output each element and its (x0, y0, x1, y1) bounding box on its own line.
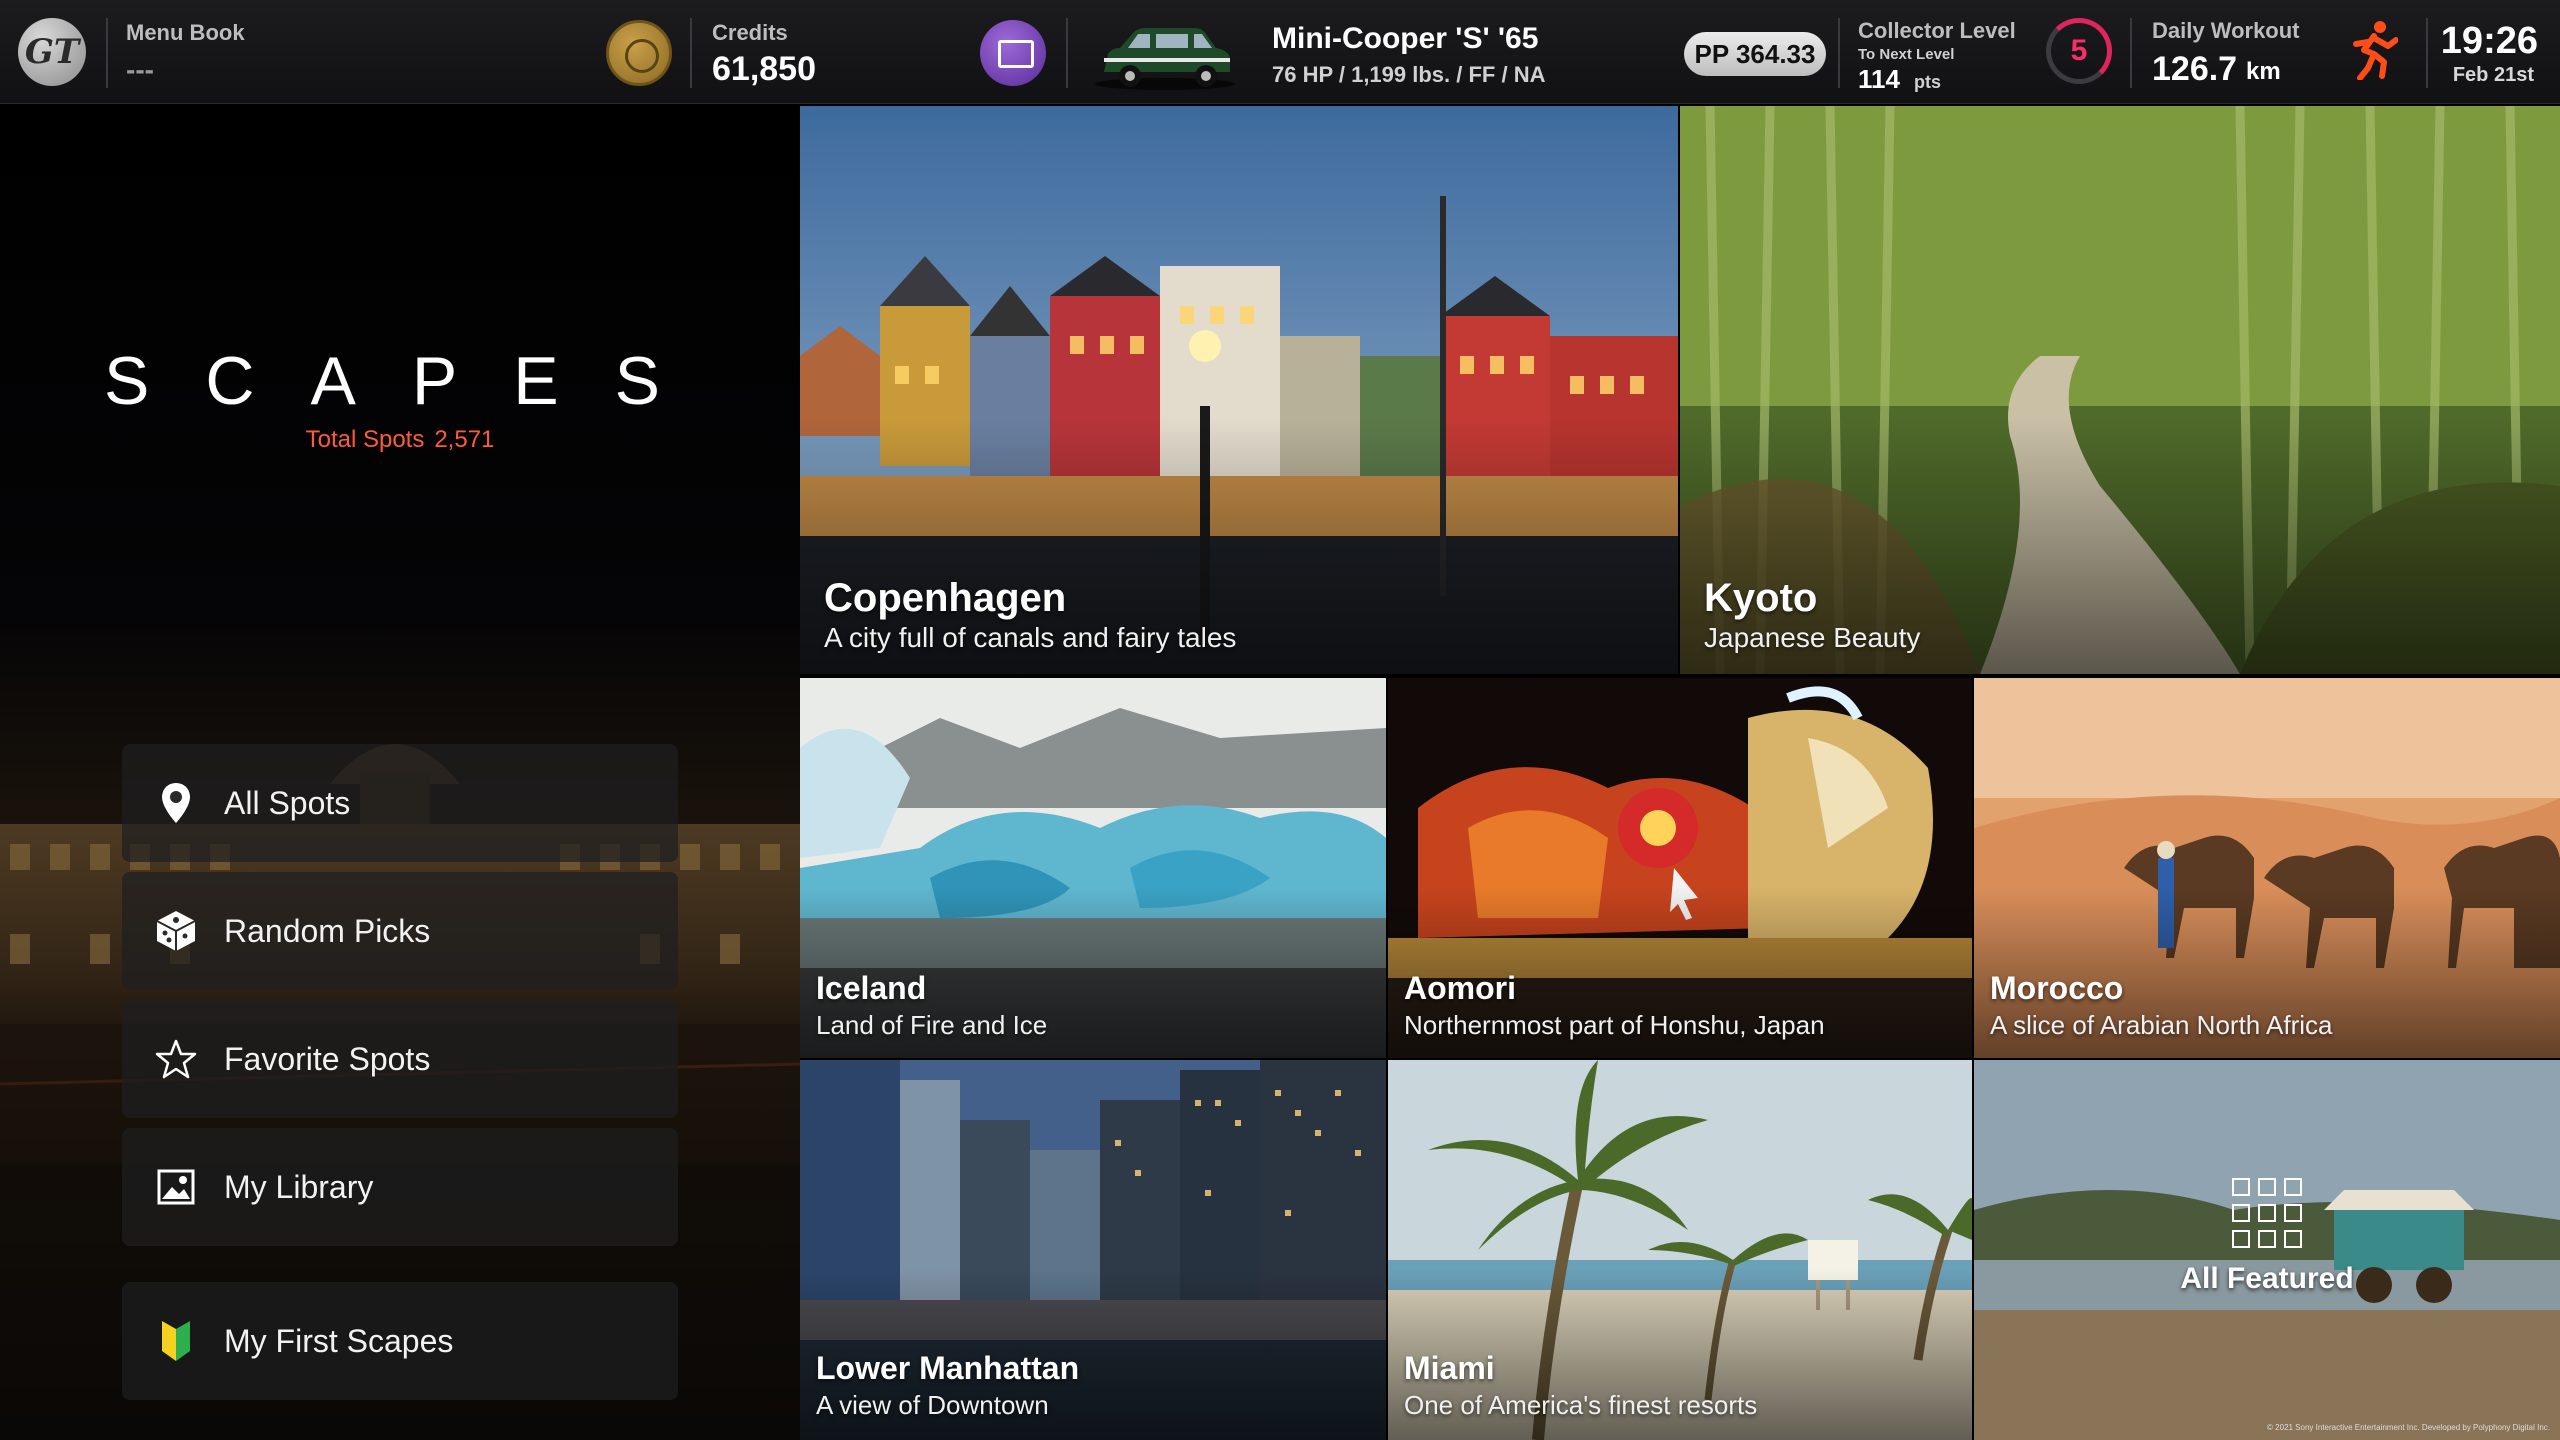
total-spots-value: 2,571 (434, 426, 495, 453)
tile-title: Aomori (1404, 970, 1516, 1006)
car-thumbnail-icon[interactable] (1090, 18, 1240, 94)
daily-workout-value: 126.7 (2152, 50, 2238, 88)
scape-tile-morocco[interactable]: Morocco A slice of Arabian North Africa (1974, 678, 2560, 1058)
tile-title: Copenhagen (824, 576, 1067, 620)
tile-subtitle: Northernmost part of Honshu, Japan (1404, 1010, 1825, 1040)
clock: 19:26 (2440, 20, 2538, 62)
runner-icon (2353, 21, 2398, 80)
tile-title: Miami (1404, 1350, 1495, 1386)
tile-subtitle: Land of Fire and Ice (816, 1010, 1048, 1040)
collector-points-unit: pts (1914, 72, 1941, 92)
total-spots-label: Total Spots (305, 426, 425, 453)
scapes-title: SCAPES (104, 343, 716, 419)
tile-title: Kyoto (1704, 576, 1818, 620)
scape-tile-aomori[interactable]: Aomori Northernmost part of Honshu, Japa… (1388, 678, 1972, 1058)
scape-tile-iceland[interactable]: Iceland Land of Fire and Ice (800, 678, 1386, 1058)
collector-level-ring: 5 (2046, 18, 2112, 84)
car-specs: 76 HP / 1,199 lbs. / FF / NA (1272, 62, 1546, 87)
all-featured-label: All Featured (2180, 1262, 2354, 1295)
grid-icon (2232, 1178, 2302, 1248)
collector-next-label: To Next Level (1858, 46, 1955, 63)
collector-level-label: Collector Level (1858, 18, 2016, 43)
map-pin-icon (154, 781, 198, 825)
tile-title: Morocco (1990, 970, 2124, 1006)
menu-label: My First Scapes (224, 1322, 454, 1359)
collector-points: 114 (1858, 64, 1900, 94)
tile-subtitle: A view of Downtown (816, 1390, 1049, 1420)
divider (2130, 18, 2132, 88)
menu-my-library-button[interactable]: My Library (122, 1128, 678, 1246)
top-status-bar: GT Menu Book --- Credits 61,850 Mini-Coo… (0, 0, 2560, 104)
menu-favorite-spots-button[interactable]: Favorite Spots (122, 1000, 678, 1118)
scape-tile-miami[interactable]: Miami One of America's finest resorts (1388, 1060, 1972, 1440)
performance-points-badge: PP 364.33 (1684, 32, 1826, 76)
tile-subtitle: One of America's finest resorts (1404, 1390, 1758, 1420)
menu-label: All Spots (224, 784, 351, 821)
scape-tile-all-featured[interactable]: All Featured © 2021 Sony Interactive Ent… (1974, 1060, 2560, 1440)
tile-title: Lower Manhattan (816, 1350, 1080, 1386)
scape-tile-copenhagen[interactable]: Copenhagen A city full of canals and fai… (800, 106, 1678, 674)
daily-workout-unit: km (2246, 58, 2281, 85)
date: Feb 21st (2452, 64, 2534, 86)
menu-label: My Library (224, 1168, 374, 1205)
menu-label: Favorite Spots (224, 1040, 431, 1077)
menu-my-first-scapes-button[interactable]: My First Scapes (122, 1282, 678, 1400)
menu-book-coin-icon (606, 20, 672, 86)
menu-label: Random Picks (224, 912, 431, 949)
total-spots: Total Spots 2,571 (0, 426, 790, 454)
tile-subtitle: Japanese Beauty (1704, 622, 1921, 653)
menu-all-spots-button[interactable]: All Spots (122, 744, 678, 862)
menu-book-label: Menu Book (126, 20, 245, 45)
scape-tile-kyoto[interactable]: Kyoto Japanese Beauty (1680, 106, 2560, 674)
tile-subtitle: A city full of canals and fairy tales (824, 622, 1237, 653)
credits-label: Credits (712, 20, 788, 45)
car-name: Mini-Cooper 'S' '65 (1272, 22, 1539, 55)
divider (106, 18, 108, 88)
cafe-icon[interactable] (980, 20, 1046, 86)
copyright-text: © 2021 Sony Interactive Entertainment In… (2267, 1423, 2550, 1432)
tile-subtitle: A slice of Arabian North Africa (1990, 1010, 2333, 1040)
menu-random-picks-button[interactable]: Random Picks (122, 872, 678, 990)
credits-value: 61,850 (712, 50, 816, 88)
divider (1066, 18, 1068, 88)
image-icon (154, 1165, 198, 1209)
beginner-leaf-icon (154, 1319, 198, 1363)
menu-book-value: --- (126, 54, 154, 85)
tile-title: Iceland (816, 970, 927, 1006)
star-icon (154, 1037, 198, 1081)
divider (690, 18, 692, 88)
gt-logo-icon[interactable]: GT (18, 18, 86, 86)
divider (2426, 18, 2428, 88)
scape-tile-lower-manhattan[interactable]: Lower Manhattan A view of Downtown (800, 1060, 1386, 1440)
scapes-menu-panel: SCAPES Total Spots 2,571 All Spots Random… (0, 104, 800, 1440)
daily-workout-label: Daily Workout (2152, 18, 2300, 43)
all-featured-overlay: All Featured (1974, 1178, 2560, 1296)
divider (1838, 18, 1840, 88)
dice-icon (154, 909, 198, 953)
